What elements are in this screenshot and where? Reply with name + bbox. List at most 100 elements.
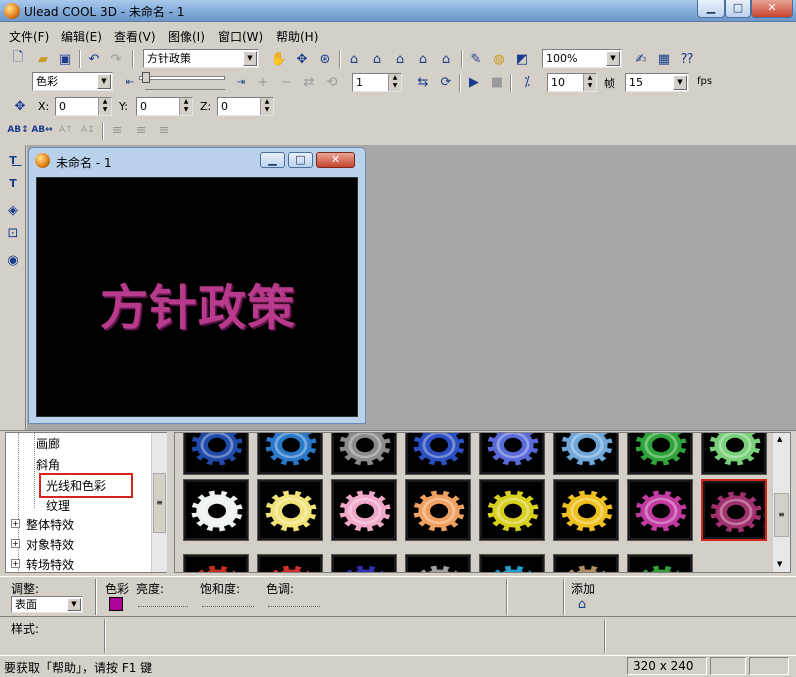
gallery-thumbnail[interactable] (405, 554, 471, 572)
insert-shape-icon[interactable]: ◈ (4, 201, 22, 219)
edit-text-icon[interactable]: T (4, 174, 22, 192)
export-icon[interactable]: ✎ (467, 50, 485, 68)
close-button[interactable]: ✕ (751, 0, 793, 18)
insert-text-icon[interactable]: T͟ (4, 151, 22, 169)
gallery-thumbnail[interactable] (553, 479, 619, 541)
hand-icon[interactable]: ✋ (270, 50, 288, 68)
y-input[interactable]: 0 ▲ ▼ (136, 97, 193, 116)
tree-item-transition-effects[interactable]: 转场特效 (26, 556, 74, 573)
add-to-gallery-icon[interactable]: ⌂ (573, 595, 591, 613)
bevel-icon-2[interactable]: ⌂ (368, 50, 386, 68)
saturation-slider[interactable] (202, 599, 254, 607)
scroll-down-icon[interactable]: ▼ (777, 560, 782, 568)
play-icon[interactable]: ▶ (465, 73, 483, 91)
timeline-slider-thumb[interactable] (142, 72, 150, 83)
repeat-icon[interactable]: ⟳ (437, 73, 455, 91)
menu-file[interactable]: 文件(F) (9, 28, 49, 45)
gallery-thumbnail[interactable] (331, 479, 397, 541)
tree-item-texture[interactable]: 纹理 (46, 497, 70, 514)
frames-input[interactable]: 10 ▲ ▼ (547, 73, 597, 92)
globe-icon[interactable]: ◍ (490, 50, 508, 68)
brightness-slider[interactable] (138, 599, 188, 607)
first-key-icon[interactable]: ⇤ (121, 73, 139, 91)
tree-item-light-color[interactable]: 光线和色彩 (46, 477, 106, 494)
menu-window[interactable]: 窗口(W) (218, 28, 263, 45)
undo-icon[interactable]: ↶ (85, 50, 103, 68)
spinner-icon[interactable]: ▲ ▼ (179, 98, 192, 115)
timeline-slider[interactable] (139, 76, 225, 80)
gallery-thumbnail[interactable] (183, 479, 249, 541)
x-input[interactable]: 0 ▲ ▼ (55, 97, 112, 116)
select-object-icon[interactable]: ⊡ (4, 224, 22, 242)
gallery-thumbnail[interactable] (183, 554, 249, 572)
gallery-thumbnail[interactable] (257, 554, 323, 572)
image-tools-icon[interactable]: ▦ (655, 50, 673, 68)
save-icon[interactable]: ▣ (56, 50, 74, 68)
gallery-thumbnail[interactable] (627, 554, 693, 572)
last-key-icon[interactable]: ⇥ (232, 73, 250, 91)
new-file-icon[interactable]: 🗋 (9, 50, 27, 68)
open-folder-icon[interactable]: ▰ (34, 50, 52, 68)
gallery-thumbnail[interactable] (479, 479, 545, 541)
doc-minimize-button[interactable]: ▁ (260, 152, 285, 168)
tree-scrollbar-thumb[interactable]: ≡ (153, 473, 166, 533)
bevel-icon-4[interactable]: ⌂ (414, 50, 432, 68)
menu-image[interactable]: 图像(I) (168, 28, 205, 45)
gallery-thumbnail[interactable] (701, 433, 767, 475)
spinner-icon[interactable]: ▲ ▼ (388, 74, 401, 91)
gallery-scrollbar-thumb[interactable]: ≡ (774, 493, 789, 537)
gallery-thumbnail-selected[interactable] (701, 479, 767, 541)
preview-canvas[interactable]: 方针政策 (36, 177, 358, 417)
bevel-icon-3[interactable]: ⌂ (391, 50, 409, 68)
tree-item-global-effects[interactable]: 整体特效 (26, 516, 74, 533)
gallery-thumbnail[interactable] (405, 479, 471, 541)
rotate-object-icon[interactable]: ✥ (293, 50, 311, 68)
menu-view[interactable]: 查看(V) (114, 28, 156, 45)
tree-item-object-effects[interactable]: 对象特效 (26, 536, 74, 553)
gallery-thumbnail[interactable] (479, 554, 545, 572)
gallery-thumbnail[interactable] (627, 433, 693, 475)
doc-maximize-button[interactable]: □ (288, 152, 313, 168)
minimize-button[interactable]: ▁ (697, 0, 725, 18)
frame-input[interactable]: 1 ▲ ▼ (352, 73, 402, 92)
color-swatch[interactable] (109, 597, 123, 611)
spinner-icon[interactable]: ▲ ▼ (260, 98, 273, 115)
bevel-icon-5[interactable]: ⌂ (437, 50, 455, 68)
gallery-thumbnail[interactable] (405, 433, 471, 475)
smooth-motion-icon[interactable]: ⁒ (518, 73, 536, 91)
expand-icon[interactable]: + (11, 519, 20, 528)
tree-scrollbar[interactable]: ≡ (151, 433, 167, 572)
adjust-select[interactable]: 表面 ▼ (11, 596, 83, 613)
context-help-icon[interactable]: ⁇ (678, 50, 696, 68)
pingpong-icon[interactable]: ⇆ (414, 73, 432, 91)
scroll-up-icon[interactable]: ▲ (777, 435, 782, 443)
gallery-thumbnail[interactable] (331, 554, 397, 572)
size-object-icon[interactable]: ⊛ (316, 50, 334, 68)
gallery-thumbnail[interactable] (257, 433, 323, 475)
rotate-view-icon[interactable]: ◉ (4, 251, 22, 269)
z-input[interactable]: 0 ▲ ▼ (217, 97, 274, 116)
wizard-icon[interactable]: ✍ (632, 50, 650, 68)
chart-icon[interactable]: ◩ (513, 50, 531, 68)
char-spacing-icon[interactable]: AB↕ (7, 121, 28, 139)
gallery-thumbnail[interactable] (627, 479, 693, 541)
bevel-icon-1[interactable]: ⌂ (345, 50, 363, 68)
move-object-icon[interactable]: ✥ (11, 97, 29, 115)
menu-edit[interactable]: 编辑(E) (61, 28, 102, 45)
tree-item-bevel[interactable]: 斜角 (36, 456, 60, 473)
expand-icon[interactable]: + (11, 559, 20, 568)
zoom-select[interactable]: 100% ▼ (542, 49, 622, 68)
tree-item-gallery[interactable]: 画廊 (36, 435, 60, 452)
gallery-thumbnail[interactable] (331, 433, 397, 475)
gallery-thumbnail[interactable] (183, 433, 249, 475)
template-select[interactable]: 方针政策 ▼ (143, 49, 259, 68)
gallery-thumbnail[interactable] (553, 433, 619, 475)
doc-close-button[interactable]: ✕ (316, 152, 355, 168)
maximize-button[interactable]: □ (725, 0, 751, 18)
spinner-icon[interactable]: ▲ ▼ (98, 98, 111, 115)
spinner-icon[interactable]: ▲ ▼ (583, 74, 596, 91)
gallery-scrollbar[interactable]: ▲ ≡ ▼ (772, 433, 790, 572)
property-select[interactable]: 色彩 ▼ (32, 72, 113, 91)
hue-slider[interactable] (268, 599, 320, 607)
line-spacing-icon[interactable]: AB↔ (31, 121, 52, 139)
